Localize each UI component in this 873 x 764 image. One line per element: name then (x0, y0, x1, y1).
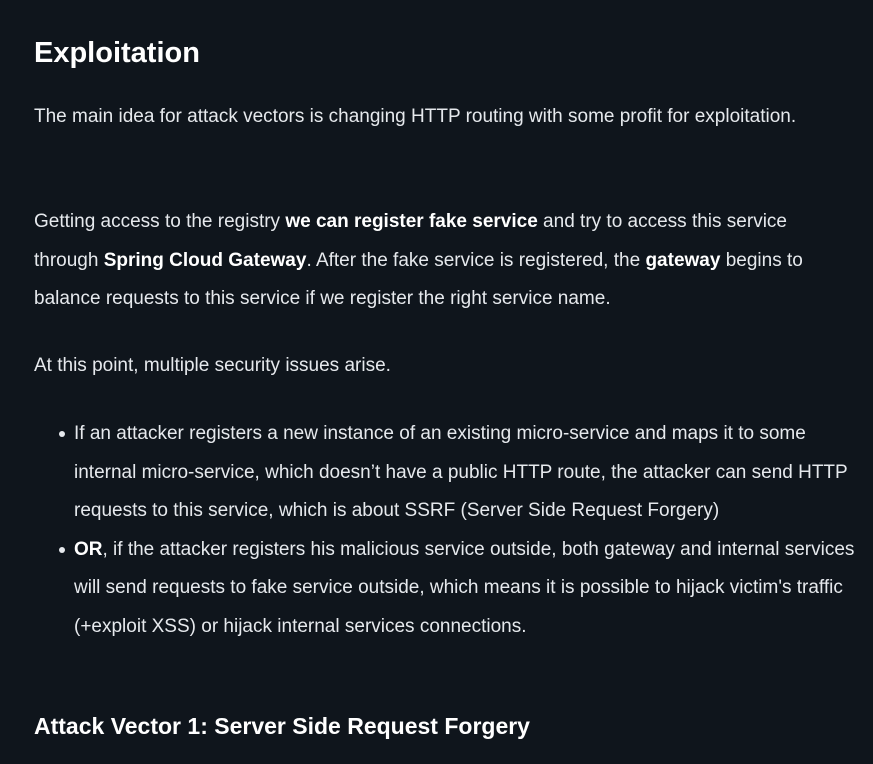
bold-fake-service: we can register fake service (285, 211, 538, 232)
bold-or: OR (74, 538, 103, 560)
list-item: If an attacker registers a new instance … (59, 415, 864, 531)
subsection-heading: Attack Vector 1: Server Side Request For… (34, 713, 530, 739)
list-item-text: , if the attacker registers his maliciou… (74, 538, 855, 637)
intro-paragraph: The main idea for attack vectors is chan… (34, 106, 797, 127)
text-segment: Getting access to the registry (34, 211, 286, 232)
bullet-icon (59, 546, 65, 553)
list-item: OR, if the attacker registers his malici… (59, 531, 864, 647)
issues-list: If an attacker registers a new instance … (34, 415, 864, 646)
bold-gateway: gateway (645, 249, 721, 271)
section-heading: Exploitation (34, 37, 200, 69)
text-segment: . After the fake service is registered, … (306, 249, 646, 271)
list-item-text: If an attacker registers a new instance … (74, 423, 848, 521)
registry-paragraph: Getting access to the registry we can re… (34, 203, 834, 319)
bullet-icon (59, 431, 65, 437)
bold-spring-cloud-gateway: Spring Cloud Gateway (103, 249, 307, 271)
security-issues-paragraph: At this point, multiple security issues … (34, 355, 391, 376)
